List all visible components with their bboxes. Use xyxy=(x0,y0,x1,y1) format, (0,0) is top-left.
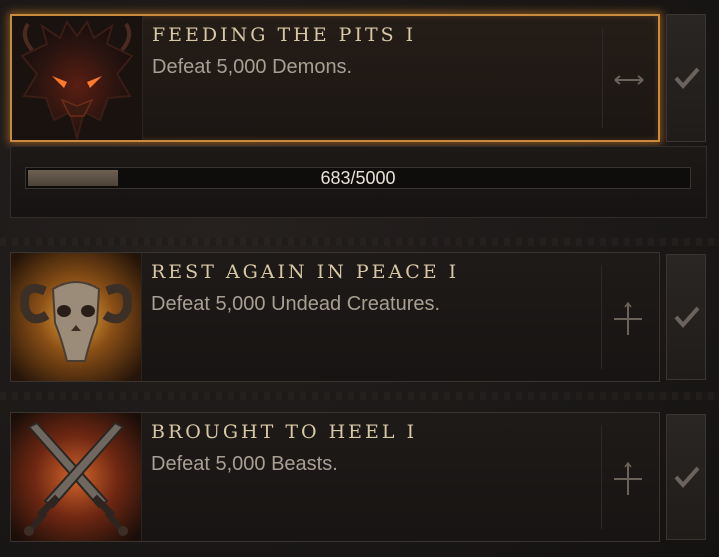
achievement-icon-frame xyxy=(12,16,143,140)
achievement-title: FEEDING THE PITS I xyxy=(152,24,417,46)
ornament-divider-middle xyxy=(0,392,719,400)
achievement-description: Defeat 5,000 Undead Creatures. xyxy=(151,293,441,315)
achievement-row-brought-to-heel[interactable]: BROUGHT TO HEEL I Defeat 5,000 Beasts. xyxy=(10,412,660,542)
claim-checkbox-brought-to-heel[interactable] xyxy=(666,414,706,540)
checkmark-icon xyxy=(674,466,700,489)
achievement-row-feeding-the-pits[interactable]: FEEDING THE PITS I Defeat 5,000 Demons. xyxy=(10,14,660,142)
claim-checkbox-rest-again-in-peace[interactable] xyxy=(666,254,706,380)
collapse-arrows-icon[interactable] xyxy=(609,60,649,100)
achievement-icon-frame xyxy=(11,253,142,381)
progress-text: 683/5000 xyxy=(320,168,396,188)
ornament-divider-top xyxy=(0,238,719,246)
row-divider xyxy=(602,28,603,128)
progress-bar: 683/5000 xyxy=(25,167,691,189)
achievement-title: BROUGHT TO HEEL I xyxy=(151,421,418,443)
row-divider xyxy=(601,265,602,369)
expand-cross-icon[interactable] xyxy=(608,459,648,499)
achievement-title: REST AGAIN IN PEACE I xyxy=(151,261,460,283)
row-divider xyxy=(601,425,602,529)
achievement-progress-panel: 683/5000 xyxy=(10,146,707,218)
crossed-swords-icon xyxy=(11,413,141,541)
achievement-description: Defeat 5,000 Demons. xyxy=(152,56,353,78)
checkmark-icon xyxy=(674,306,700,329)
expand-cross-icon[interactable] xyxy=(608,299,648,339)
checkmark-icon xyxy=(674,67,700,90)
achievement-description: Defeat 5,000 Beasts. xyxy=(151,453,338,475)
demon-head-icon xyxy=(12,16,142,140)
ram-skull-icon xyxy=(11,253,141,381)
claim-checkbox-feeding-the-pits[interactable] xyxy=(666,14,706,142)
achievement-row-rest-again-in-peace[interactable]: REST AGAIN IN PEACE I Defeat 5,000 Undea… xyxy=(10,252,660,382)
achievement-icon-frame xyxy=(11,413,142,541)
